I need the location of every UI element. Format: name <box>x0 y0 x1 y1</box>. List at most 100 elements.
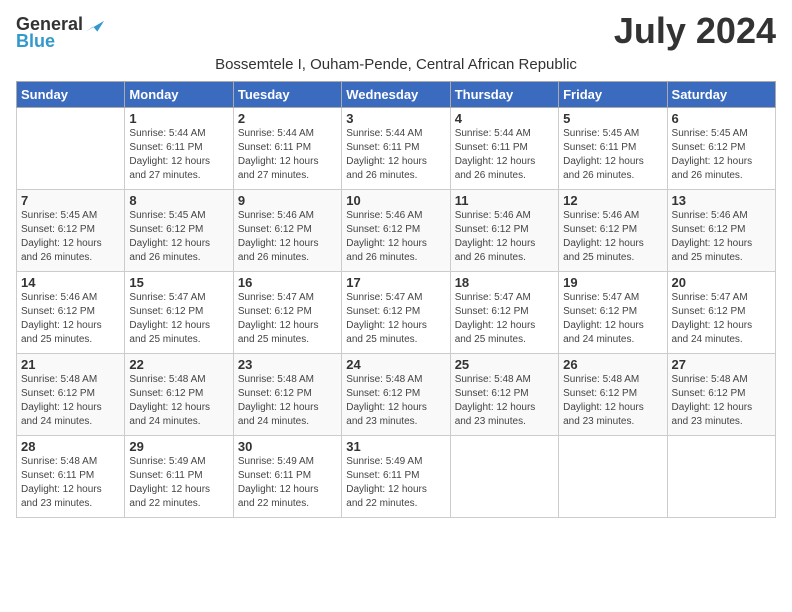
day-info: Sunrise: 5:46 AMSunset: 6:12 PMDaylight:… <box>238 210 319 263</box>
day-cell: 30 Sunrise: 5:49 AMSunset: 6:11 PMDaylig… <box>233 436 341 518</box>
day-cell: 11 Sunrise: 5:46 AMSunset: 6:12 PMDaylig… <box>450 190 558 272</box>
week-row-1: 1 Sunrise: 5:44 AMSunset: 6:11 PMDayligh… <box>17 108 776 190</box>
day-cell: 22 Sunrise: 5:48 AMSunset: 6:12 PMDaylig… <box>125 354 233 436</box>
header-monday: Monday <box>125 82 233 108</box>
day-info: Sunrise: 5:48 AMSunset: 6:12 PMDaylight:… <box>672 374 753 427</box>
day-number: 27 <box>672 357 771 372</box>
day-number: 13 <box>672 193 771 208</box>
header-thursday: Thursday <box>450 82 558 108</box>
day-info: Sunrise: 5:48 AMSunset: 6:11 PMDaylight:… <box>21 456 102 509</box>
day-info: Sunrise: 5:46 AMSunset: 6:12 PMDaylight:… <box>672 210 753 263</box>
day-cell: 9 Sunrise: 5:46 AMSunset: 6:12 PMDayligh… <box>233 190 341 272</box>
day-number: 26 <box>563 357 662 372</box>
day-info: Sunrise: 5:49 AMSunset: 6:11 PMDaylight:… <box>346 456 427 509</box>
day-cell: 18 Sunrise: 5:47 AMSunset: 6:12 PMDaylig… <box>450 272 558 354</box>
day-info: Sunrise: 5:48 AMSunset: 6:12 PMDaylight:… <box>455 374 536 427</box>
day-info: Sunrise: 5:46 AMSunset: 6:12 PMDaylight:… <box>563 210 644 263</box>
day-number: 17 <box>346 275 445 290</box>
day-cell: 14 Sunrise: 5:46 AMSunset: 6:12 PMDaylig… <box>17 272 125 354</box>
day-number: 5 <box>563 111 662 126</box>
day-info: Sunrise: 5:47 AMSunset: 6:12 PMDaylight:… <box>129 292 210 345</box>
header-tuesday: Tuesday <box>233 82 341 108</box>
day-info: Sunrise: 5:48 AMSunset: 6:12 PMDaylight:… <box>563 374 644 427</box>
header-saturday: Saturday <box>667 82 775 108</box>
day-info: Sunrise: 5:44 AMSunset: 6:11 PMDaylight:… <box>238 128 319 181</box>
day-number: 15 <box>129 275 228 290</box>
day-info: Sunrise: 5:45 AMSunset: 6:12 PMDaylight:… <box>672 128 753 181</box>
day-number: 23 <box>238 357 337 372</box>
day-cell: 12 Sunrise: 5:46 AMSunset: 6:12 PMDaylig… <box>559 190 667 272</box>
day-info: Sunrise: 5:47 AMSunset: 6:12 PMDaylight:… <box>563 292 644 345</box>
day-number: 21 <box>21 357 120 372</box>
day-number: 18 <box>455 275 554 290</box>
week-row-2: 7 Sunrise: 5:45 AMSunset: 6:12 PMDayligh… <box>17 190 776 272</box>
day-info: Sunrise: 5:45 AMSunset: 6:11 PMDaylight:… <box>563 128 644 181</box>
day-info: Sunrise: 5:45 AMSunset: 6:12 PMDaylight:… <box>129 210 210 263</box>
day-cell: 27 Sunrise: 5:48 AMSunset: 6:12 PMDaylig… <box>667 354 775 436</box>
day-info: Sunrise: 5:46 AMSunset: 6:12 PMDaylight:… <box>346 210 427 263</box>
day-cell: 15 Sunrise: 5:47 AMSunset: 6:12 PMDaylig… <box>125 272 233 354</box>
day-cell: 28 Sunrise: 5:48 AMSunset: 6:11 PMDaylig… <box>17 436 125 518</box>
day-number: 12 <box>563 193 662 208</box>
header-wednesday: Wednesday <box>342 82 450 108</box>
day-info: Sunrise: 5:46 AMSunset: 6:12 PMDaylight:… <box>455 210 536 263</box>
day-number: 20 <box>672 275 771 290</box>
day-cell: 21 Sunrise: 5:48 AMSunset: 6:12 PMDaylig… <box>17 354 125 436</box>
month-title: July 2024 <box>614 10 776 52</box>
day-cell: 8 Sunrise: 5:45 AMSunset: 6:12 PMDayligh… <box>125 190 233 272</box>
day-number: 9 <box>238 193 337 208</box>
day-number: 6 <box>672 111 771 126</box>
day-info: Sunrise: 5:44 AMSunset: 6:11 PMDaylight:… <box>129 128 210 181</box>
day-number: 10 <box>346 193 445 208</box>
day-cell <box>559 436 667 518</box>
day-info: Sunrise: 5:48 AMSunset: 6:12 PMDaylight:… <box>129 374 210 427</box>
day-cell: 16 Sunrise: 5:47 AMSunset: 6:12 PMDaylig… <box>233 272 341 354</box>
week-row-5: 28 Sunrise: 5:48 AMSunset: 6:11 PMDaylig… <box>17 436 776 518</box>
day-cell: 1 Sunrise: 5:44 AMSunset: 6:11 PMDayligh… <box>125 108 233 190</box>
day-info: Sunrise: 5:47 AMSunset: 6:12 PMDaylight:… <box>455 292 536 345</box>
day-number: 28 <box>21 439 120 454</box>
calendar-table: SundayMondayTuesdayWednesdayThursdayFrid… <box>16 81 776 518</box>
calendar-header-row: SundayMondayTuesdayWednesdayThursdayFrid… <box>17 82 776 108</box>
day-info: Sunrise: 5:46 AMSunset: 6:12 PMDaylight:… <box>21 292 102 345</box>
day-info: Sunrise: 5:47 AMSunset: 6:12 PMDaylight:… <box>346 292 427 345</box>
day-number: 29 <box>129 439 228 454</box>
day-cell: 6 Sunrise: 5:45 AMSunset: 6:12 PMDayligh… <box>667 108 775 190</box>
day-cell: 17 Sunrise: 5:47 AMSunset: 6:12 PMDaylig… <box>342 272 450 354</box>
day-info: Sunrise: 5:48 AMSunset: 6:12 PMDaylight:… <box>21 374 102 427</box>
day-cell: 4 Sunrise: 5:44 AMSunset: 6:11 PMDayligh… <box>450 108 558 190</box>
day-cell: 26 Sunrise: 5:48 AMSunset: 6:12 PMDaylig… <box>559 354 667 436</box>
day-info: Sunrise: 5:44 AMSunset: 6:11 PMDaylight:… <box>346 128 427 181</box>
logo-bird-icon <box>84 15 104 35</box>
day-number: 4 <box>455 111 554 126</box>
week-row-3: 14 Sunrise: 5:46 AMSunset: 6:12 PMDaylig… <box>17 272 776 354</box>
day-info: Sunrise: 5:49 AMSunset: 6:11 PMDaylight:… <box>238 456 319 509</box>
day-info: Sunrise: 5:48 AMSunset: 6:12 PMDaylight:… <box>238 374 319 427</box>
day-cell: 29 Sunrise: 5:49 AMSunset: 6:11 PMDaylig… <box>125 436 233 518</box>
day-number: 1 <box>129 111 228 126</box>
day-info: Sunrise: 5:47 AMSunset: 6:12 PMDaylight:… <box>672 292 753 345</box>
day-cell: 19 Sunrise: 5:47 AMSunset: 6:12 PMDaylig… <box>559 272 667 354</box>
day-number: 11 <box>455 193 554 208</box>
day-info: Sunrise: 5:48 AMSunset: 6:12 PMDaylight:… <box>346 374 427 427</box>
day-number: 30 <box>238 439 337 454</box>
day-number: 19 <box>563 275 662 290</box>
day-cell: 5 Sunrise: 5:45 AMSunset: 6:11 PMDayligh… <box>559 108 667 190</box>
day-cell: 20 Sunrise: 5:47 AMSunset: 6:12 PMDaylig… <box>667 272 775 354</box>
day-number: 25 <box>455 357 554 372</box>
logo: General Blue <box>16 14 104 52</box>
logo-blue: Blue <box>16 31 55 52</box>
day-number: 2 <box>238 111 337 126</box>
day-cell: 10 Sunrise: 5:46 AMSunset: 6:12 PMDaylig… <box>342 190 450 272</box>
header-sunday: Sunday <box>17 82 125 108</box>
day-cell: 3 Sunrise: 5:44 AMSunset: 6:11 PMDayligh… <box>342 108 450 190</box>
day-cell <box>450 436 558 518</box>
day-cell: 23 Sunrise: 5:48 AMSunset: 6:12 PMDaylig… <box>233 354 341 436</box>
day-info: Sunrise: 5:47 AMSunset: 6:12 PMDaylight:… <box>238 292 319 345</box>
day-number: 3 <box>346 111 445 126</box>
week-row-4: 21 Sunrise: 5:48 AMSunset: 6:12 PMDaylig… <box>17 354 776 436</box>
day-number: 16 <box>238 275 337 290</box>
header-friday: Friday <box>559 82 667 108</box>
day-number: 14 <box>21 275 120 290</box>
day-number: 8 <box>129 193 228 208</box>
